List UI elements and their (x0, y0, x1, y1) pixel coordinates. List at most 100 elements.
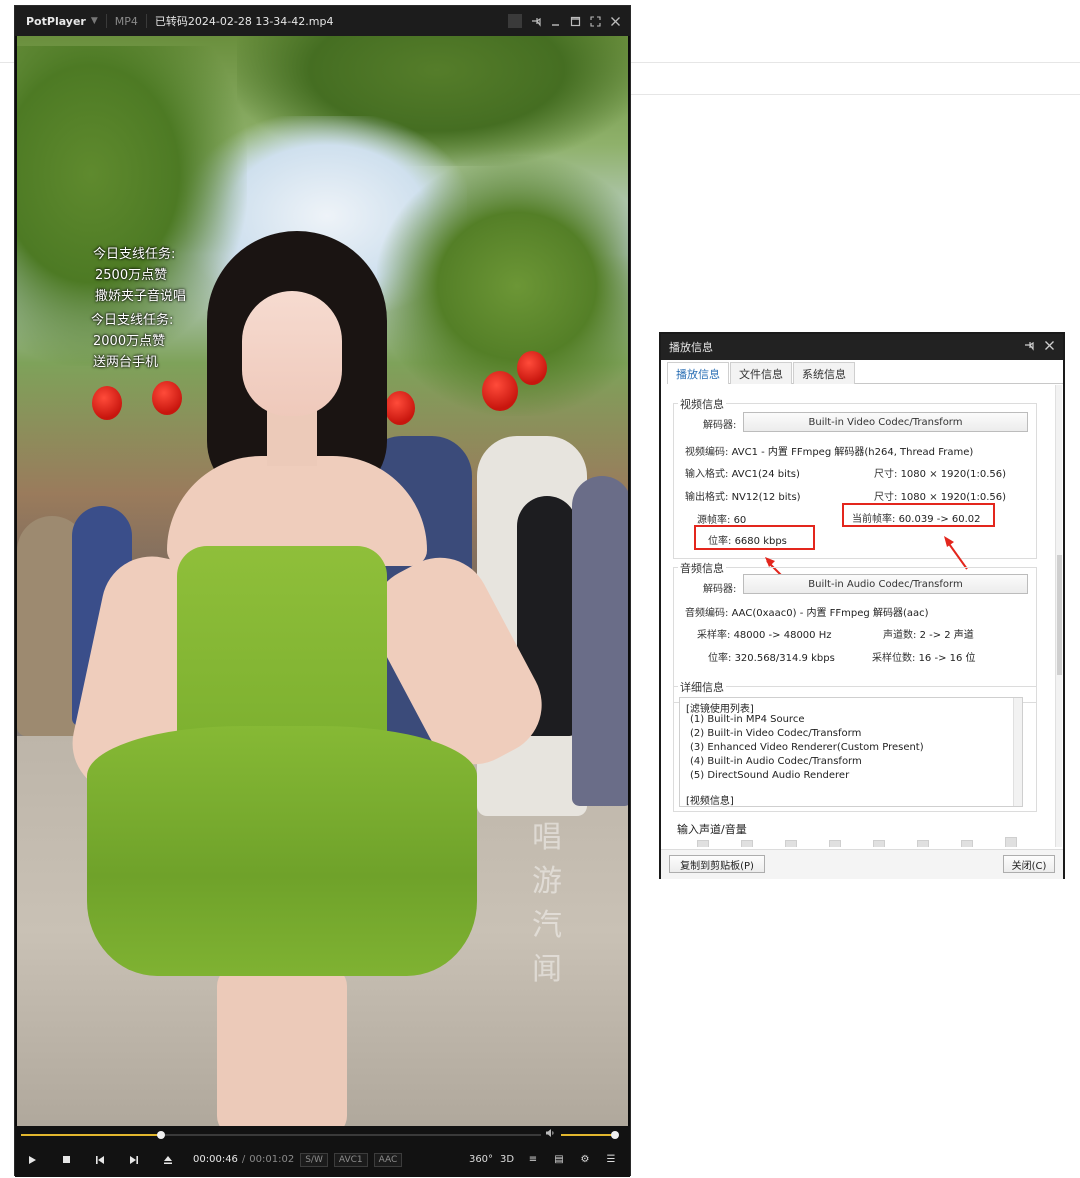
sample-rate-row: 采样率: 48000 -> 48000 Hz (697, 630, 832, 641)
tab-file-info[interactable]: 文件信息 (730, 362, 792, 384)
3d-button[interactable]: 3D (494, 1145, 520, 1175)
lantern (152, 381, 182, 415)
tab-playback-info[interactable]: 播放信息 (667, 362, 729, 384)
control-bar: 00:00:46/00:01:02 S/W AVC1 AAC 360° 3D ≡… (15, 1142, 630, 1177)
video-scene (87, 726, 477, 976)
lantern (92, 386, 122, 420)
title-separator (508, 14, 522, 28)
details-textbox[interactable]: [滤镜使用列表] (1) Built-in MP4 Source (2) Bui… (679, 697, 1023, 807)
dialog-titlebar[interactable]: 播放信息 (661, 334, 1063, 360)
fullscreen-icon[interactable] (588, 14, 602, 28)
close-button[interactable]: 关闭(C) (1003, 855, 1055, 873)
channel-meter (961, 840, 973, 847)
caption-line: 撒娇夹子音说唱 (95, 289, 187, 304)
video-caption-top: 今日支线任务: 2500万点赞 撒娇夹子音说唱 (93, 244, 186, 307)
time-separator: / (241, 1154, 246, 1165)
input-channels-title: 输入声道/音量 (677, 823, 747, 836)
settings-button[interactable]: ⚙ (572, 1145, 598, 1175)
window-buttons (508, 6, 622, 36)
title-separator (145, 14, 147, 28)
format-label: MP4 (114, 14, 138, 28)
video-scene (572, 476, 628, 806)
detail-line: [视频信息] (686, 796, 734, 807)
channel-meter (697, 840, 709, 847)
close-icon[interactable] (1044, 340, 1055, 354)
pin-icon[interactable] (1023, 340, 1034, 354)
title-separator (105, 14, 107, 28)
scrollbar-thumb[interactable] (1057, 555, 1062, 675)
seek-track[interactable] (21, 1131, 541, 1139)
video-area[interactable]: 今日支线任务: 2500万点赞 撒娇夹子音说唱 今日支线任务: 2000万点赞 … (17, 36, 628, 1126)
detail-line: (1) Built-in MP4 Source (690, 714, 805, 725)
caption-line: 今日支线任务: (91, 313, 174, 328)
detail-line: (4) Built-in Audio Codec/Transform (690, 756, 862, 767)
right-controls: 360° 3D ≡ ▤ ⚙ ☰ (468, 1145, 630, 1175)
arrow-head (944, 536, 954, 547)
caption-line: 2000万点赞 (93, 334, 166, 349)
copy-to-clipboard-button[interactable]: 复制到剪贴板(P) (669, 855, 765, 873)
dialog-title: 播放信息 (669, 341, 713, 354)
volume-thumb[interactable] (611, 1131, 619, 1139)
playlist-button[interactable]: ▤ (546, 1145, 572, 1175)
eject-button[interactable] (151, 1145, 185, 1175)
volume-fill (561, 1134, 615, 1136)
tab-system-info[interactable]: 系统信息 (793, 362, 855, 384)
arrow-line (946, 540, 968, 570)
audio-decoder-button[interactable]: Built-in Audio Codec/Transform (743, 574, 1028, 594)
audio-codec-row: 音频编码: AAC(0xaac0) - 内置 FFmpeg 解码器(aac) (685, 608, 929, 619)
app-logo[interactable]: PotPlayer (26, 15, 86, 28)
channel-meter (917, 840, 929, 847)
channel-meter (873, 840, 885, 847)
dialog-content: 视频信息 解码器: Built-in Video Codec/Transform… (667, 385, 1055, 847)
group-title: 详细信息 (678, 679, 726, 695)
stop-button[interactable] (49, 1145, 83, 1175)
volume-track[interactable] (561, 1131, 619, 1139)
video-codec-tag[interactable]: AVC1 (333, 1152, 368, 1167)
render-tag[interactable]: S/W (300, 1152, 328, 1167)
file-name: 已转码2024-02-28 13-34-42.mp4 (154, 15, 334, 28)
dialog-scrollbar[interactable] (1055, 385, 1062, 847)
audio-codec-tag[interactable]: AAC (373, 1152, 403, 1167)
time-current: 00:00:46 (193, 1154, 238, 1165)
details-scrollbar[interactable] (1013, 698, 1022, 806)
speaker-icon[interactable] (545, 1128, 555, 1141)
detail-line: (2) Built-in Video Codec/Transform (690, 728, 862, 739)
playback-info-dialog: 播放信息 播放信息 文件信息 系统信息 视频信息 解码器: Built-in V… (659, 332, 1065, 879)
potplayer-window: PotPlayer ▼ MP4 已转码2024-02-28 13-34-42.m… (14, 5, 631, 1177)
detail-line: (3) Enhanced Video Renderer(Custom Prese… (690, 742, 924, 753)
player-titlebar[interactable]: PotPlayer ▼ MP4 已转码2024-02-28 13-34-42.m… (15, 6, 630, 36)
previous-button[interactable] (83, 1145, 117, 1175)
lantern (517, 351, 547, 385)
arrow-head (765, 557, 775, 567)
detail-line: [滤镜使用列表] (686, 704, 754, 715)
seek-thumb[interactable] (157, 1131, 166, 1139)
detail-line: (5) DirectSound Audio Renderer (690, 770, 850, 781)
lantern (482, 371, 518, 411)
equalizer-button[interactable]: ≡ (520, 1145, 546, 1175)
lantern (385, 391, 415, 425)
audio-decoder-label: 解码器: (703, 584, 737, 595)
seek-fill (21, 1134, 162, 1136)
group-title: 音频信息 (678, 560, 726, 576)
maximize-icon[interactable] (568, 14, 582, 28)
dialog-footer: 复制到剪贴板(P) 关闭(C) (661, 849, 1063, 879)
dialog-title-buttons (1023, 334, 1055, 360)
chevron-down-icon[interactable]: ▼ (91, 16, 98, 26)
video-watermark: 唱游汽闻 (532, 820, 562, 987)
caption-line: 今日支线任务: (93, 247, 176, 262)
close-icon[interactable] (608, 14, 622, 28)
time-total: 00:01:02 (249, 1154, 295, 1165)
menu-button[interactable]: ☰ (598, 1145, 624, 1175)
pin-icon[interactable] (528, 14, 542, 28)
seek-bar[interactable] (15, 1126, 630, 1142)
caption-line: 2500万点赞 (95, 268, 168, 283)
vr-360-button[interactable]: 360° (468, 1145, 494, 1175)
video-scene (217, 966, 347, 1126)
channel-meter (829, 840, 841, 847)
play-button[interactable] (15, 1145, 49, 1175)
video-caption-bottom: 今日支线任务: 2000万点赞 送两台手机 (91, 310, 173, 373)
next-button[interactable] (117, 1145, 151, 1175)
caption-line: 送两台手机 (93, 355, 159, 370)
audio-bitrate-row: 位率: 320.568/314.9 kbps (708, 653, 835, 664)
minimize-icon[interactable] (548, 14, 562, 28)
